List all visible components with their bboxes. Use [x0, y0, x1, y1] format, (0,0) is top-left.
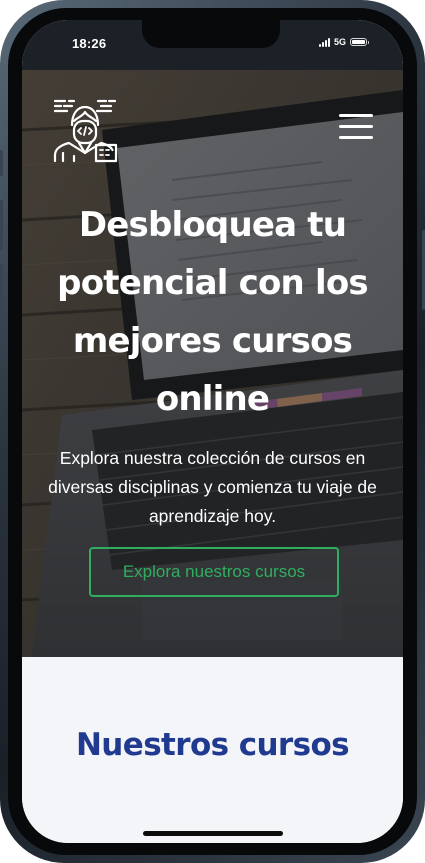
- home-indicator[interactable]: [143, 831, 283, 836]
- hamburger-menu-icon[interactable]: [339, 114, 373, 140]
- developer-avatar-logo-icon[interactable]: [52, 97, 118, 163]
- screen: 18:26 5G Desbloquea tu potencial con los…: [22, 20, 403, 843]
- explore-courses-button[interactable]: Explora nuestros cursos: [89, 547, 339, 597]
- battery-icon: [350, 38, 369, 46]
- volume-down-button: [0, 264, 3, 314]
- camera-notch: [142, 20, 280, 48]
- side-button: [0, 150, 3, 176]
- courses-heading: Nuestros cursos: [75, 727, 350, 763]
- network-type: 5G: [333, 37, 346, 47]
- volume-up-button: [0, 200, 3, 250]
- hero-title: Desbloquea tu potencial con los mejores …: [57, 205, 368, 419]
- hero-section: Desbloquea tu potencial con los mejores …: [22, 70, 403, 657]
- courses-section: Nuestros cursos: [22, 657, 403, 843]
- status-indicators: 5G: [318, 37, 369, 47]
- status-time: 18:26: [72, 36, 107, 51]
- phone-frame: 18:26 5G Desbloquea tu potencial con los…: [0, 0, 425, 863]
- hero-subtitle: Explora nuestra colección de cursos en d…: [48, 448, 377, 526]
- signal-icon: [318, 37, 330, 47]
